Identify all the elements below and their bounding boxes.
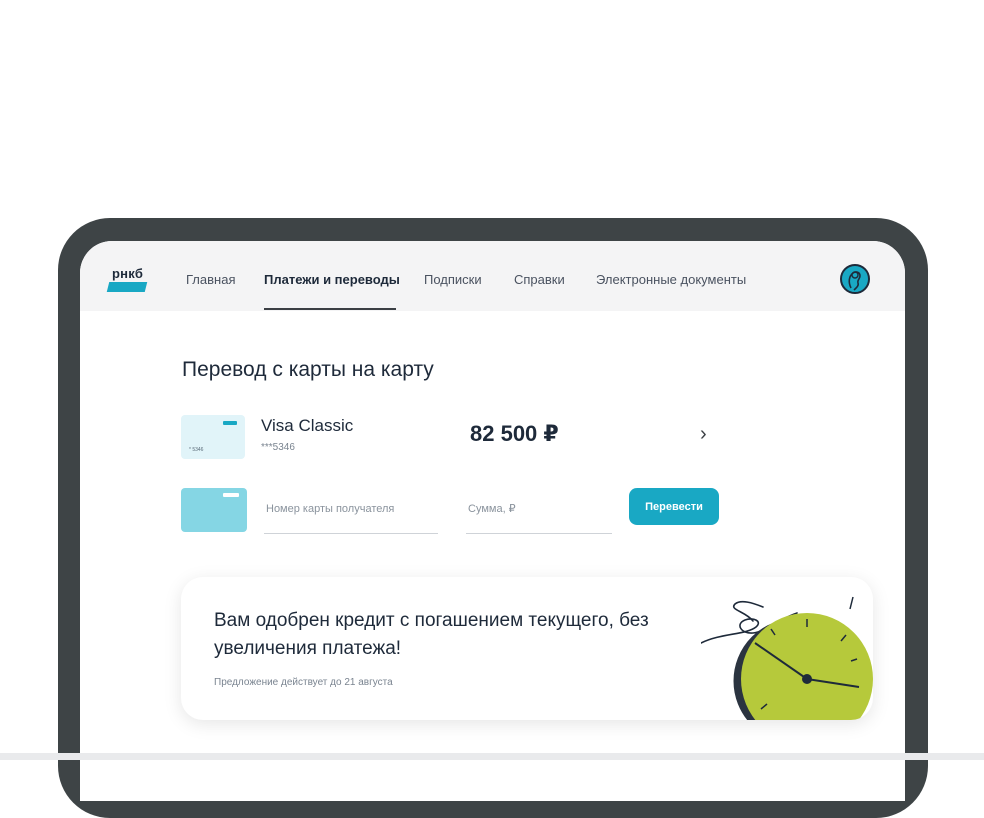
offer-note: Предложение действует до 21 августа	[214, 677, 393, 688]
card-thumb-number: * 5346	[189, 447, 204, 453]
logo-bar-icon	[106, 282, 148, 292]
nav-item-home[interactable]: Главная	[186, 272, 235, 287]
clock-illustration	[701, 596, 873, 720]
amount-field[interactable]	[466, 493, 614, 534]
nav-item-subscriptions[interactable]: Подписки	[424, 272, 482, 287]
source-card-thumbnail[interactable]: * 5346	[181, 415, 245, 459]
nav-item-payments[interactable]: Платежи и переводы	[264, 272, 400, 287]
credit-offer-banner[interactable]: Вам одобрен кредит с погашением текущего…	[181, 577, 873, 720]
page-title: Перевод с карты на карту	[182, 358, 434, 381]
transfer-button[interactable]: Перевести	[629, 488, 719, 525]
source-card-name[interactable]: Visa Classic	[261, 416, 353, 436]
bottom-edge	[0, 753, 984, 760]
logo-text: рнкб	[112, 266, 144, 281]
recipient-card-input[interactable]	[264, 493, 440, 515]
source-card-balance: 82 500 ₽	[470, 421, 559, 446]
amount-input[interactable]	[466, 493, 614, 515]
app-screen: рнкб Главная Платежи и переводы Подписки…	[80, 241, 905, 801]
bank-logo[interactable]: рнкб	[106, 266, 152, 296]
card-stripe-icon	[223, 421, 237, 425]
top-navigation: рнкб Главная Платежи и переводы Подписки…	[80, 241, 905, 311]
nav-item-certificates[interactable]: Справки	[514, 272, 565, 287]
active-tab-indicator	[264, 308, 396, 310]
offer-title: Вам одобрен кредит с погашением текущего…	[214, 610, 649, 659]
recipient-card-field[interactable]	[264, 493, 440, 534]
recipient-card-thumbnail	[181, 488, 247, 532]
card-stripe-icon	[223, 493, 239, 497]
user-avatar-icon[interactable]	[840, 264, 870, 294]
avatar-illustration-icon	[848, 271, 861, 291]
chevron-right-icon[interactable]: ›	[700, 423, 707, 446]
nav-item-electronic-documents[interactable]: Электронные документы	[596, 272, 746, 287]
source-card-masked-number: ***5346	[261, 442, 295, 453]
